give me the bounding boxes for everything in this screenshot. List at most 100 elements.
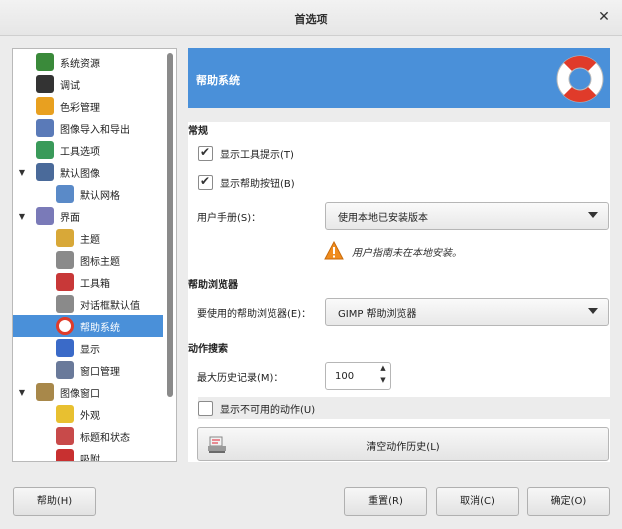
warning-icon [324,241,344,260]
tool-options-icon [36,141,54,159]
title-status-icon [56,427,74,445]
reset-button[interactable]: 重置(R) [344,487,427,516]
show-tooltips-check[interactable] [198,145,213,161]
sidebar-item-label: 图标主题 [80,256,120,268]
sidebar-item-display[interactable]: 显示 [13,337,163,359]
sidebar-item-snapping[interactable]: 吸附 [13,447,163,462]
lifebuoy-icon [556,55,604,103]
close-icon[interactable]: ✕ [596,9,612,25]
sidebar-item-color-management[interactable]: 色彩管理 [13,95,163,117]
show-help-buttons-label: 显示帮助按钮(B) [220,179,295,190]
icon-theme-icon [56,251,74,269]
preferences-sidebar[interactable]: 系统资源调试色彩管理图像导入和导出工具选项 ▼ 默认图像默认网格 ▼ 界面 主题图标主题工… [12,48,177,462]
show-unavailable-checkbox[interactable]: 显示不可用的动作(U) [198,401,315,416]
action-search-section-title: 动作搜索 [188,344,228,355]
sidebar-item-theme[interactable]: 主题 [13,227,163,249]
clear-action-history-button[interactable]: 清空动作历史(L) [197,427,609,461]
scrollbar-thumb[interactable] [167,53,173,397]
sidebar-item-label: 显示 [80,344,100,356]
sidebar-item-interface[interactable]: ▼ 界面 [13,205,163,227]
ok-button[interactable]: 确定(O) [527,487,610,516]
sidebar-item-window-management[interactable]: 窗口管理 [13,359,163,381]
chevron-down-icon [588,308,598,314]
chevron-up-icon[interactable]: ▲ [378,364,388,375]
sidebar-item-label: 界面 [60,212,80,224]
sidebar-item-image-import-export[interactable]: 图像导入和导出 [13,117,163,139]
general-section-title: 常规 [188,126,208,137]
sidebar-item-label: 标题和状态 [80,432,130,444]
window-management-icon [56,361,74,379]
warning-text: 用户指南未在本地安装。 [352,247,462,259]
help-browser-value: GIMP 帮助浏览器 [338,308,417,320]
image-windows-icon [36,383,54,401]
help-system-icon [56,317,74,335]
dialog-defaults-icon [56,295,74,313]
sidebar-item-dialog-defaults[interactable]: 对话框默认值 [13,293,163,315]
help-button[interactable]: 帮助(H) [13,487,96,516]
show-help-buttons-checkbox[interactable]: 显示帮助按钮(B) [198,174,295,190]
sidebar-item-default-image[interactable]: ▼ 默认图像 [13,161,163,183]
manual-warning: 用户指南未在本地安装。 [324,241,462,261]
sidebar-item-default-grid[interactable]: 默认网格 [13,183,163,205]
sidebar-item-label: 窗口管理 [80,366,120,378]
max-history-spinbutton[interactable]: 100 ▲ ▼ [325,362,391,390]
sidebar-item-icon-theme[interactable]: 图标主题 [13,249,163,271]
snapping-icon [56,449,74,461]
cancel-button[interactable]: 取消(C) [436,487,519,516]
sidebar-item-help-system[interactable]: 帮助系统 [13,315,163,337]
sidebar-item-image-windows[interactable]: ▼ 图像窗口 [13,381,163,403]
show-help-buttons-check[interactable] [198,174,213,190]
sidebar-item-appearance[interactable]: 外观 [13,403,163,425]
sidebar-item-label: 帮助系统 [80,322,120,334]
sidebar-item-label: 外观 [80,410,100,422]
sidebar-item-label: 默认图像 [60,168,100,180]
sidebar-item-label: 对话框默认值 [80,300,140,312]
expander-icon[interactable]: ▼ [17,212,27,221]
display-icon [56,339,74,357]
user-manual-value: 使用本地已安装版本 [338,212,428,224]
chevron-down-icon [588,212,598,218]
default-image-icon [36,163,54,181]
sidebar-item-label: 吸附 [80,454,100,462]
color-management-icon [36,97,54,115]
sidebar-item-label: 色彩管理 [60,102,100,114]
user-manual-label: 用户手册(S)： [197,213,262,224]
show-tooltips-checkbox[interactable]: 显示工具提示(T) [198,145,294,161]
sidebar-item-debugging[interactable]: 调试 [13,73,163,95]
show-unavailable-label: 显示不可用的动作(U) [220,405,316,416]
help-browser-combo[interactable]: GIMP 帮助浏览器 [325,298,609,326]
expander-icon[interactable]: ▼ [17,388,27,397]
sidebar-item-label: 默认网格 [80,190,120,202]
interface-icon [36,207,54,225]
sidebar-item-label: 工具箱 [80,278,110,290]
system-resources-icon [36,53,54,71]
show-unavailable-check[interactable] [198,401,213,416]
debugging-icon [36,75,54,93]
sidebar-item-tool-options[interactable]: 工具选项 [13,139,163,161]
image-import-export-icon [36,119,54,137]
window-title: 首选项 [294,13,328,26]
help-browser-section-title: 帮助浏览器 [188,280,238,291]
help-browser-label: 要使用的帮助浏览器(E)： [197,309,312,320]
page-header: 帮助系统 [188,48,610,108]
sidebar-scrollbar[interactable] [165,51,175,459]
sidebar-item-system-resources[interactable]: 系统资源 [13,51,163,73]
sidebar-item-title-status[interactable]: 标题和状态 [13,425,163,447]
sidebar-item-label: 调试 [60,80,80,92]
sidebar-item-label: 图像窗口 [60,388,100,400]
max-history-label: 最大历史记录(M)： [197,373,284,384]
max-history-value[interactable]: 100 [335,371,354,382]
theme-icon [56,229,74,247]
sidebar-item-toolbox[interactable]: 工具箱 [13,271,163,293]
user-manual-combo[interactable]: 使用本地已安装版本 [325,202,609,230]
appearance-icon [56,405,74,423]
show-tooltips-label: 显示工具提示(T) [220,150,294,161]
toolbox-icon [56,273,74,291]
sidebar-item-label: 主题 [80,234,100,246]
chevron-down-icon[interactable]: ▼ [378,376,388,387]
title-bar: 首选项 ✕ [0,0,622,36]
page-title: 帮助系统 [196,74,240,87]
sidebar-item-label: 系统资源 [60,58,100,70]
sidebar-item-label: 工具选项 [60,146,100,158]
expander-icon[interactable]: ▼ [17,168,27,177]
